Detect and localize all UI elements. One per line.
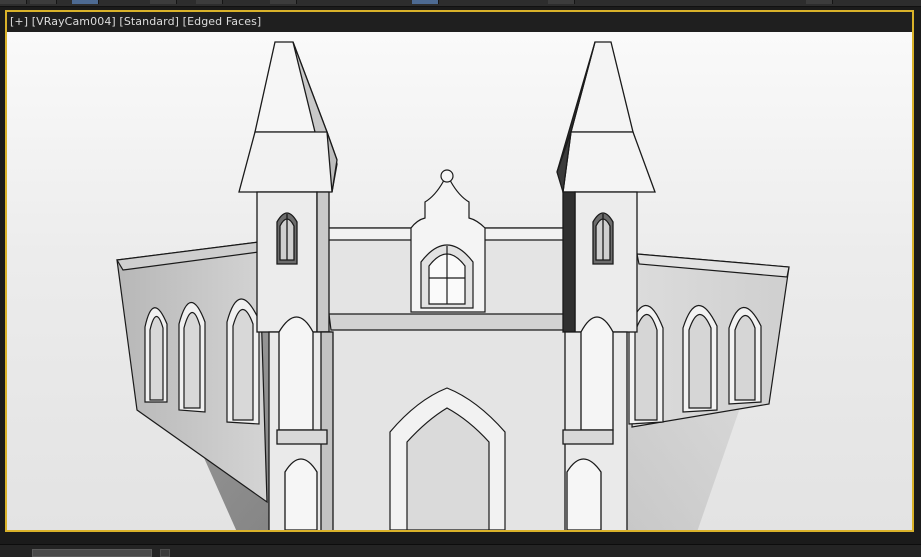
toolbar-button[interactable] [806,0,833,4]
viewport-camera[interactable]: [+] [VRayCam004] [Standard] [Edged Faces… [5,10,914,532]
toolbar-button[interactable] [0,0,27,4]
timeline-bar [0,544,921,557]
toolbar-button-active[interactable] [72,0,99,4]
viewport-menu-camera[interactable]: [VRayCam004] [32,15,116,28]
viewport-menu-shading[interactable]: [Standard] [119,15,179,28]
toolbar-button[interactable] [196,0,223,4]
right-wing-wall [628,253,790,428]
viewport-menu-edges[interactable]: [Edged Faces] [183,15,262,28]
toolbar-button[interactable] [150,0,177,4]
viewport-header: [+] [VRayCam004] [Standard] [Edged Faces… [7,12,912,32]
viewport-menu-plus[interactable]: [+] [10,15,28,28]
scene-render[interactable] [7,32,912,530]
toolbar-button[interactable] [30,0,57,4]
toolbar-button[interactable] [548,0,575,4]
toolbar-button[interactable] [270,0,297,4]
app-window: [+] [VRayCam004] [Standard] [Edged Faces… [0,0,921,557]
toolbar-button-active[interactable] [412,0,439,4]
top-toolbar-strip [0,0,921,7]
viewport-label: [+] [VRayCam004] [Standard] [Edged Faces… [10,15,261,28]
